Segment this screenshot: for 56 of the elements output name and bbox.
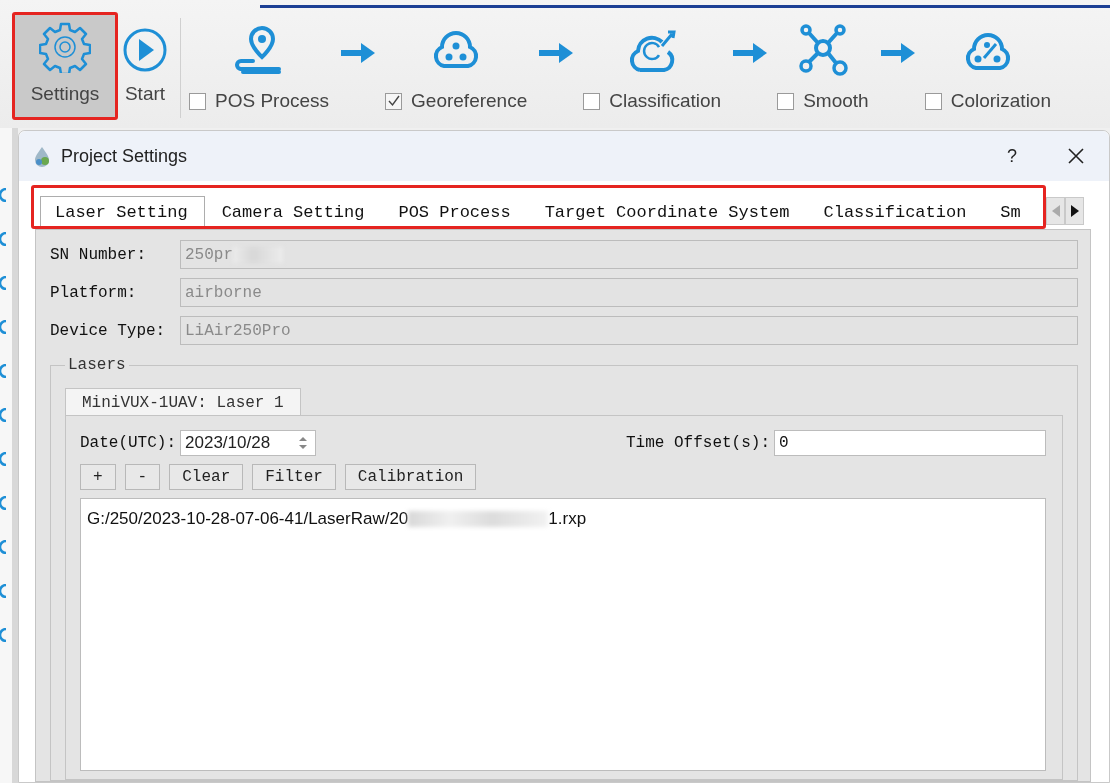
spin-arrows-icon	[299, 436, 307, 450]
field-label: Platform:	[50, 283, 138, 302]
right-triangle-icon	[1070, 205, 1079, 217]
step-label: Smooth	[803, 90, 869, 112]
step-label: POS Process	[215, 90, 330, 112]
partial-icon	[0, 628, 6, 642]
close-icon	[1067, 147, 1085, 165]
step-label: Classification	[609, 90, 722, 112]
file-path: G:/250/2023-10-28-07-06-41/LaserRaw/20	[87, 509, 409, 529]
start-button[interactable]: Start	[118, 12, 172, 120]
step-label: Colorization	[950, 90, 1051, 112]
field-label: Device Type:	[50, 321, 167, 340]
tab[interactable]: Laser Setting	[40, 196, 205, 226]
partial-icon	[0, 364, 6, 378]
group-title: Lasers	[67, 356, 127, 374]
play-icon	[122, 27, 168, 73]
push-button[interactable]: Calibration	[344, 464, 477, 490]
date-label: Date(UTC):	[80, 434, 176, 452]
settings-button[interactable]: Settings	[12, 12, 118, 120]
left-triangle-icon	[1051, 205, 1060, 217]
tab[interactable]: POS Process	[381, 197, 528, 226]
partial-icon	[0, 276, 6, 290]
push-button[interactable]: +	[80, 464, 116, 490]
checkbox[interactable]	[385, 92, 403, 110]
partial-icon	[0, 320, 6, 334]
partial-icon	[0, 584, 6, 598]
time-offset-label: Time Offset(s):	[625, 434, 770, 452]
checkbox[interactable]	[189, 92, 206, 110]
time-offset-field[interactable]: 0	[774, 430, 1046, 456]
partial-icon	[0, 188, 6, 202]
partial-icon	[0, 452, 6, 466]
checkbox[interactable]	[583, 92, 601, 110]
checkbox[interactable]	[777, 92, 795, 110]
push-button[interactable]: Clear	[169, 464, 244, 490]
field-label: SN Number:	[50, 245, 147, 264]
push-button[interactable]: -	[124, 464, 161, 490]
tab[interactable]: Camera Setting	[204, 197, 382, 226]
partial-icon	[0, 540, 6, 554]
scroll-right-button[interactable]	[1065, 197, 1084, 225]
step-label: Georeference	[411, 90, 528, 112]
partial-icon	[0, 232, 6, 246]
gear-icon	[39, 21, 91, 73]
date-field[interactable]: 2023/10/28	[180, 430, 316, 456]
tab[interactable]: MiniVUX-1UAV: Laser 1	[65, 388, 301, 415]
tab[interactable]: Sm	[983, 197, 1021, 226]
checkbox[interactable]	[924, 92, 942, 110]
file-path: 1.rxp	[548, 509, 587, 529]
tab[interactable]: Target Coordinate System	[527, 197, 807, 226]
dialog-title: Project Settings	[61, 145, 188, 167]
partial-icon	[0, 408, 6, 422]
check-icon	[386, 94, 401, 108]
tab[interactable]: Classification	[806, 197, 984, 226]
partial-icon	[0, 496, 6, 510]
network-nodes-icon	[796, 24, 849, 76]
push-button[interactable]: Filter	[252, 464, 336, 490]
help-button[interactable]: ?	[1007, 145, 1017, 167]
